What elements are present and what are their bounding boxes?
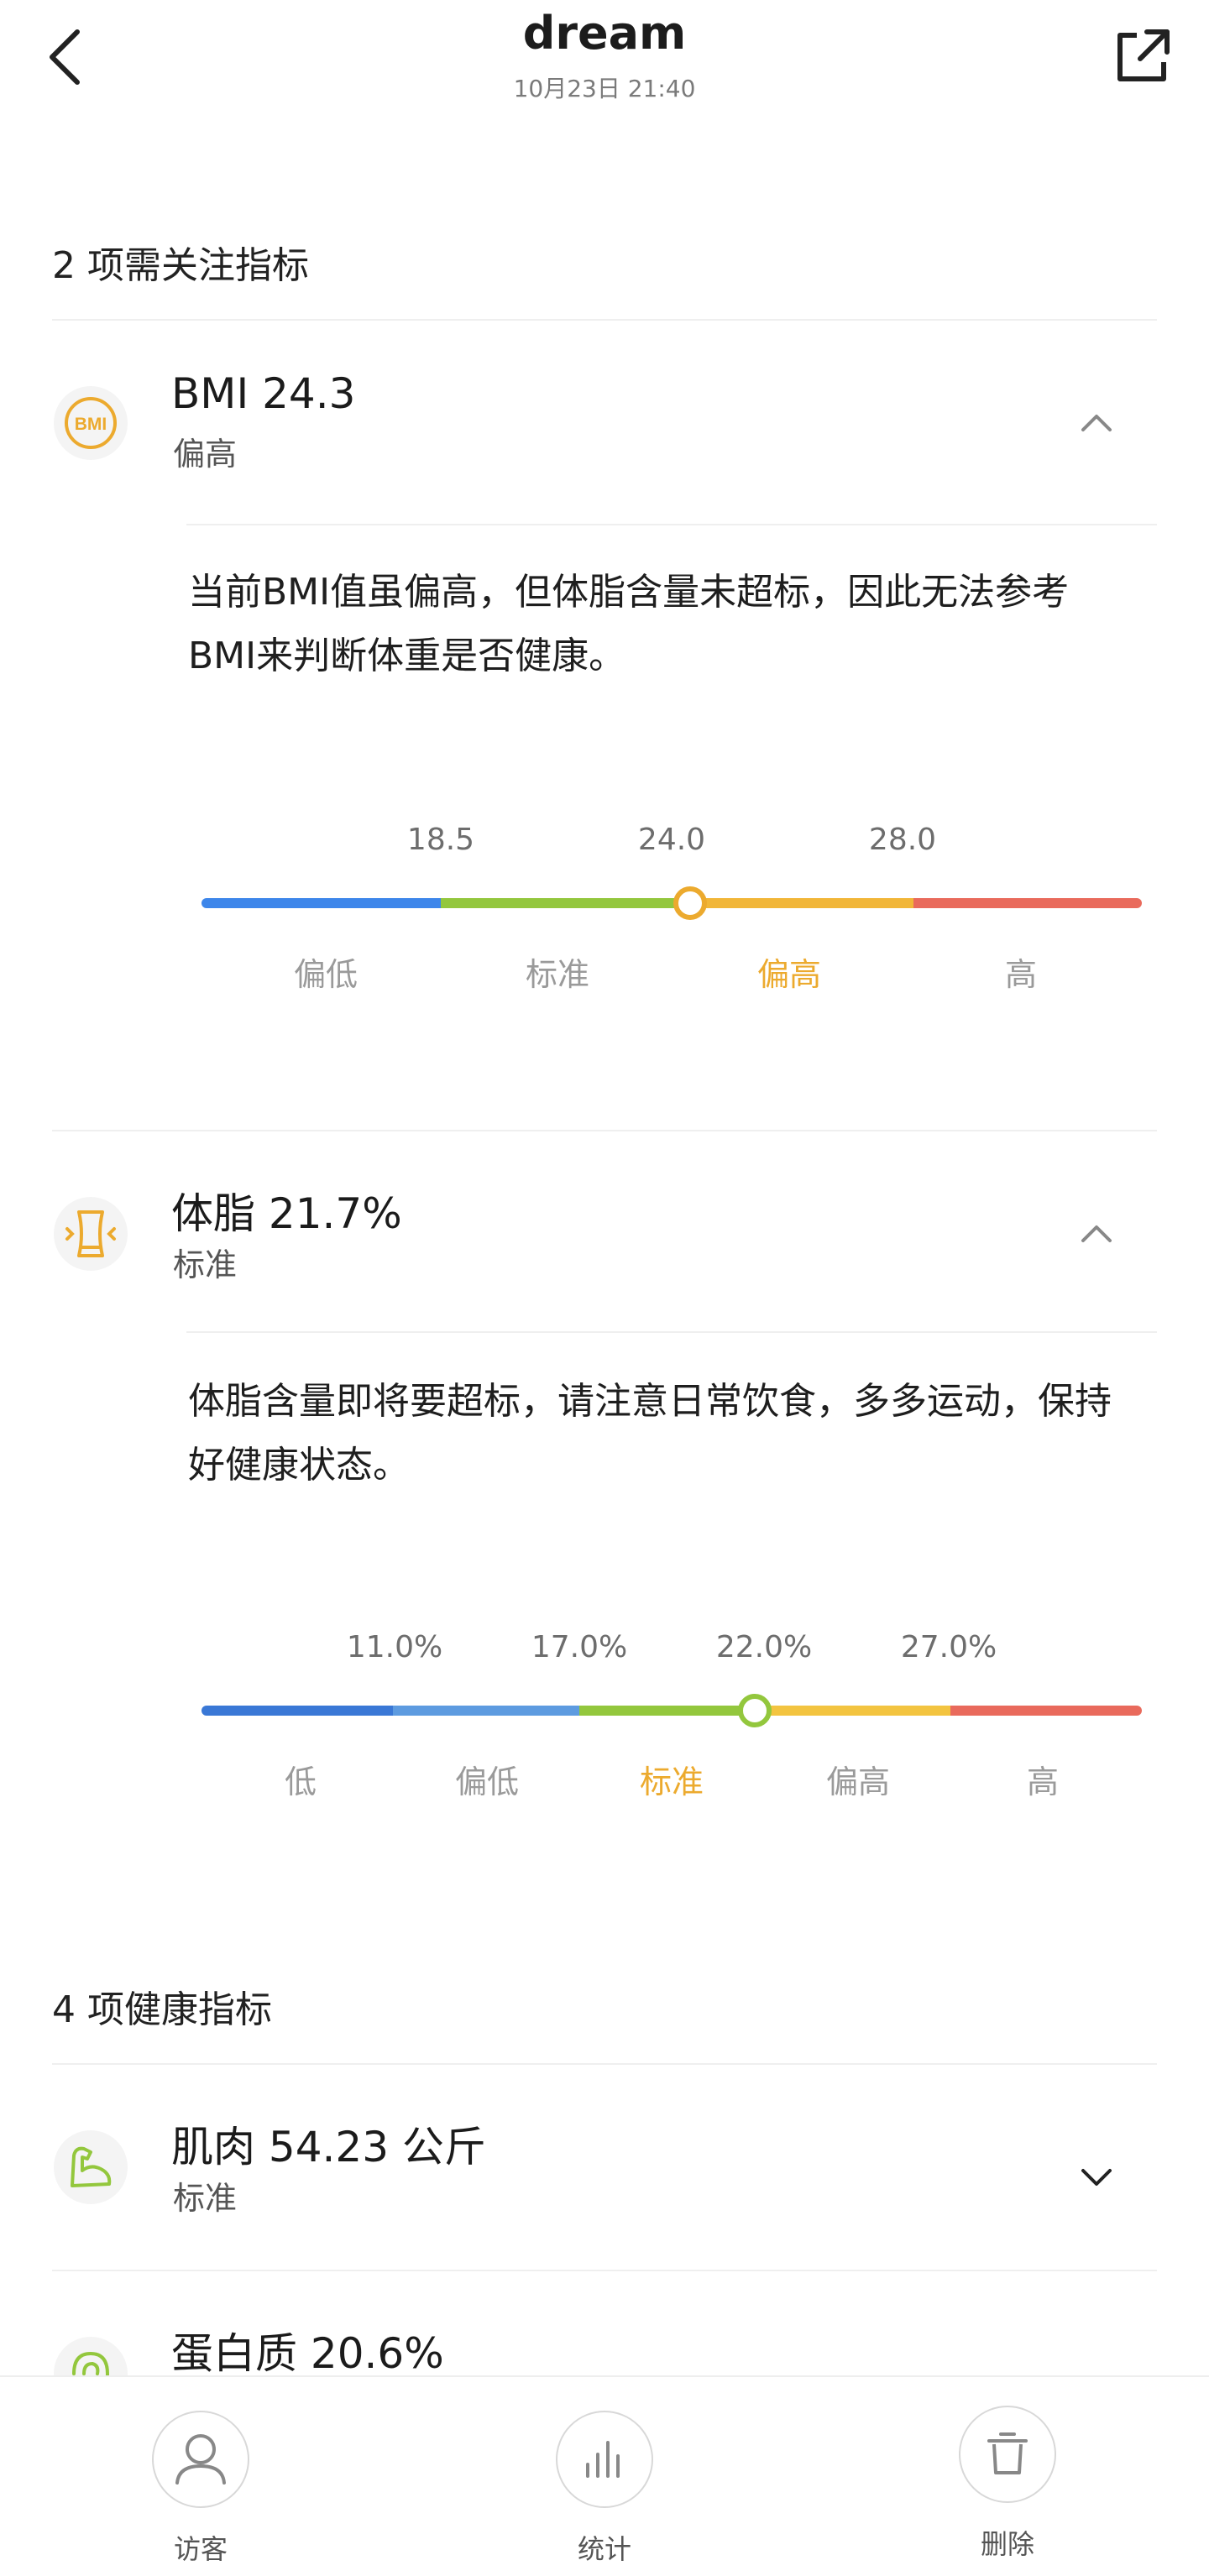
stats-button[interactable]: 统计: [550, 2377, 659, 2576]
scale-tick: 11.0%: [346, 1630, 443, 1664]
chevron-up-icon[interactable]: [1076, 1217, 1117, 1247]
scale-segment-standard: [579, 1706, 764, 1716]
bmi-value: BMI 24.3: [171, 369, 356, 418]
muscle-icon: [54, 2130, 128, 2204]
scale-band-label: 标准: [525, 956, 589, 993]
page-subtitle: 10月23日 21:40: [513, 75, 696, 102]
visitor-label: 访客: [173, 2533, 228, 2565]
delete-label: 删除: [980, 2528, 1034, 2560]
chevron-up-icon[interactable]: [1076, 406, 1117, 436]
visitor-button[interactable]: 访客: [146, 2377, 255, 2576]
bmi-metric-header[interactable]: BMI BMI 24.3 偏高: [0, 336, 1209, 520]
scale-tick: 18.5: [406, 823, 475, 857]
share-button[interactable]: [1108, 24, 1175, 91]
body-fat-description: 体脂含量即将要超标，请注意日常饮食，多多运动，保持好健康状态。: [188, 1380, 1112, 1487]
scale-segment-very-low: [202, 1706, 393, 1716]
bottom-nav: 访客 统计 删除: [0, 2375, 1209, 2576]
chevron-down-icon[interactable]: [1076, 2164, 1117, 2194]
scale-segment-low: [393, 1706, 579, 1716]
scale-band-label: 低: [284, 1763, 317, 1800]
body-fat-icon: [54, 1197, 128, 1271]
scale-segment-high: [764, 1706, 950, 1716]
body-fat-value: 体脂 21.7%: [171, 1189, 402, 1238]
scale-segment-very-high: [950, 1706, 1142, 1716]
bmi-description: 当前BMI值虽偏高，但体脂含量未超标，因此无法参考BMI来判断体重是否健康。: [188, 571, 1070, 677]
scale-segment-high: [684, 898, 913, 908]
protein-metric-row[interactable]: 蛋白质 20.6%: [0, 2286, 1209, 2375]
scale-band-label: 偏低: [293, 956, 358, 993]
page-title: dream: [522, 7, 687, 60]
scale-band-label-active: 标准: [639, 1763, 704, 1800]
muscle-value: 肌肉 54.23 公斤: [171, 2123, 486, 2171]
protein-value: 蛋白质 20.6%: [171, 2329, 444, 2375]
body-fat-metric-header[interactable]: 体脂 21.7% 标准: [0, 1147, 1209, 1331]
body-fat-scale: 11.0% 17.0% 22.0% 27.0% 低 偏低 标准 偏高 高: [0, 1622, 1209, 1823]
divider: [52, 2270, 1157, 2271]
scale-band-label-active: 偏高: [756, 956, 821, 993]
muscle-status: 标准: [173, 2180, 238, 2217]
trash-icon: [959, 2406, 1056, 2503]
scale-band-label: 偏高: [825, 1763, 890, 1800]
scale-tick: 27.0%: [900, 1630, 997, 1664]
scale-marker: [673, 886, 707, 920]
scale-bar: [202, 898, 1142, 908]
divider: [52, 319, 1157, 321]
divider: [186, 524, 1157, 525]
scale-band-label: 高: [1026, 1763, 1059, 1800]
bmi-scale: 18.5 24.0 28.0 偏低 标准 偏高 高: [0, 814, 1209, 1016]
scale-band-label: 偏低: [454, 1763, 519, 1800]
bmi-icon: BMI: [54, 386, 128, 460]
scale-segment-very-high: [913, 898, 1142, 908]
scale-marker: [738, 1694, 772, 1727]
protein-icon: [54, 2337, 128, 2375]
body-fat-status: 标准: [173, 1246, 238, 1283]
scale-segment-standard: [441, 898, 684, 908]
bmi-status: 偏高: [173, 436, 238, 473]
scale-tick: 28.0: [868, 823, 937, 857]
scale-bar: [202, 1706, 1142, 1716]
divider: [186, 1331, 1157, 1333]
scale-tick: 24.0: [637, 823, 706, 857]
divider: [52, 1130, 1157, 1131]
scale-band-label: 高: [1004, 956, 1037, 993]
stats-icon: [556, 2411, 653, 2508]
visitor-icon: [152, 2411, 249, 2508]
divider: [52, 2063, 1157, 2065]
attention-section-title: 2 项需关注指标: [52, 244, 309, 287]
scale-tick: 17.0%: [531, 1630, 628, 1664]
scale-tick: 22.0%: [715, 1630, 813, 1664]
scale-segment-low: [202, 898, 441, 908]
share-icon: [1117, 29, 1170, 81]
muscle-metric-row[interactable]: 肌肉 54.23 公斤 标准: [0, 2080, 1209, 2265]
delete-button[interactable]: 删除: [953, 2377, 1062, 2576]
stats-label: 统计: [577, 2533, 631, 2565]
health-section-title: 4 项健康指标: [52, 1988, 272, 2031]
svg-text:BMI: BMI: [75, 415, 107, 434]
